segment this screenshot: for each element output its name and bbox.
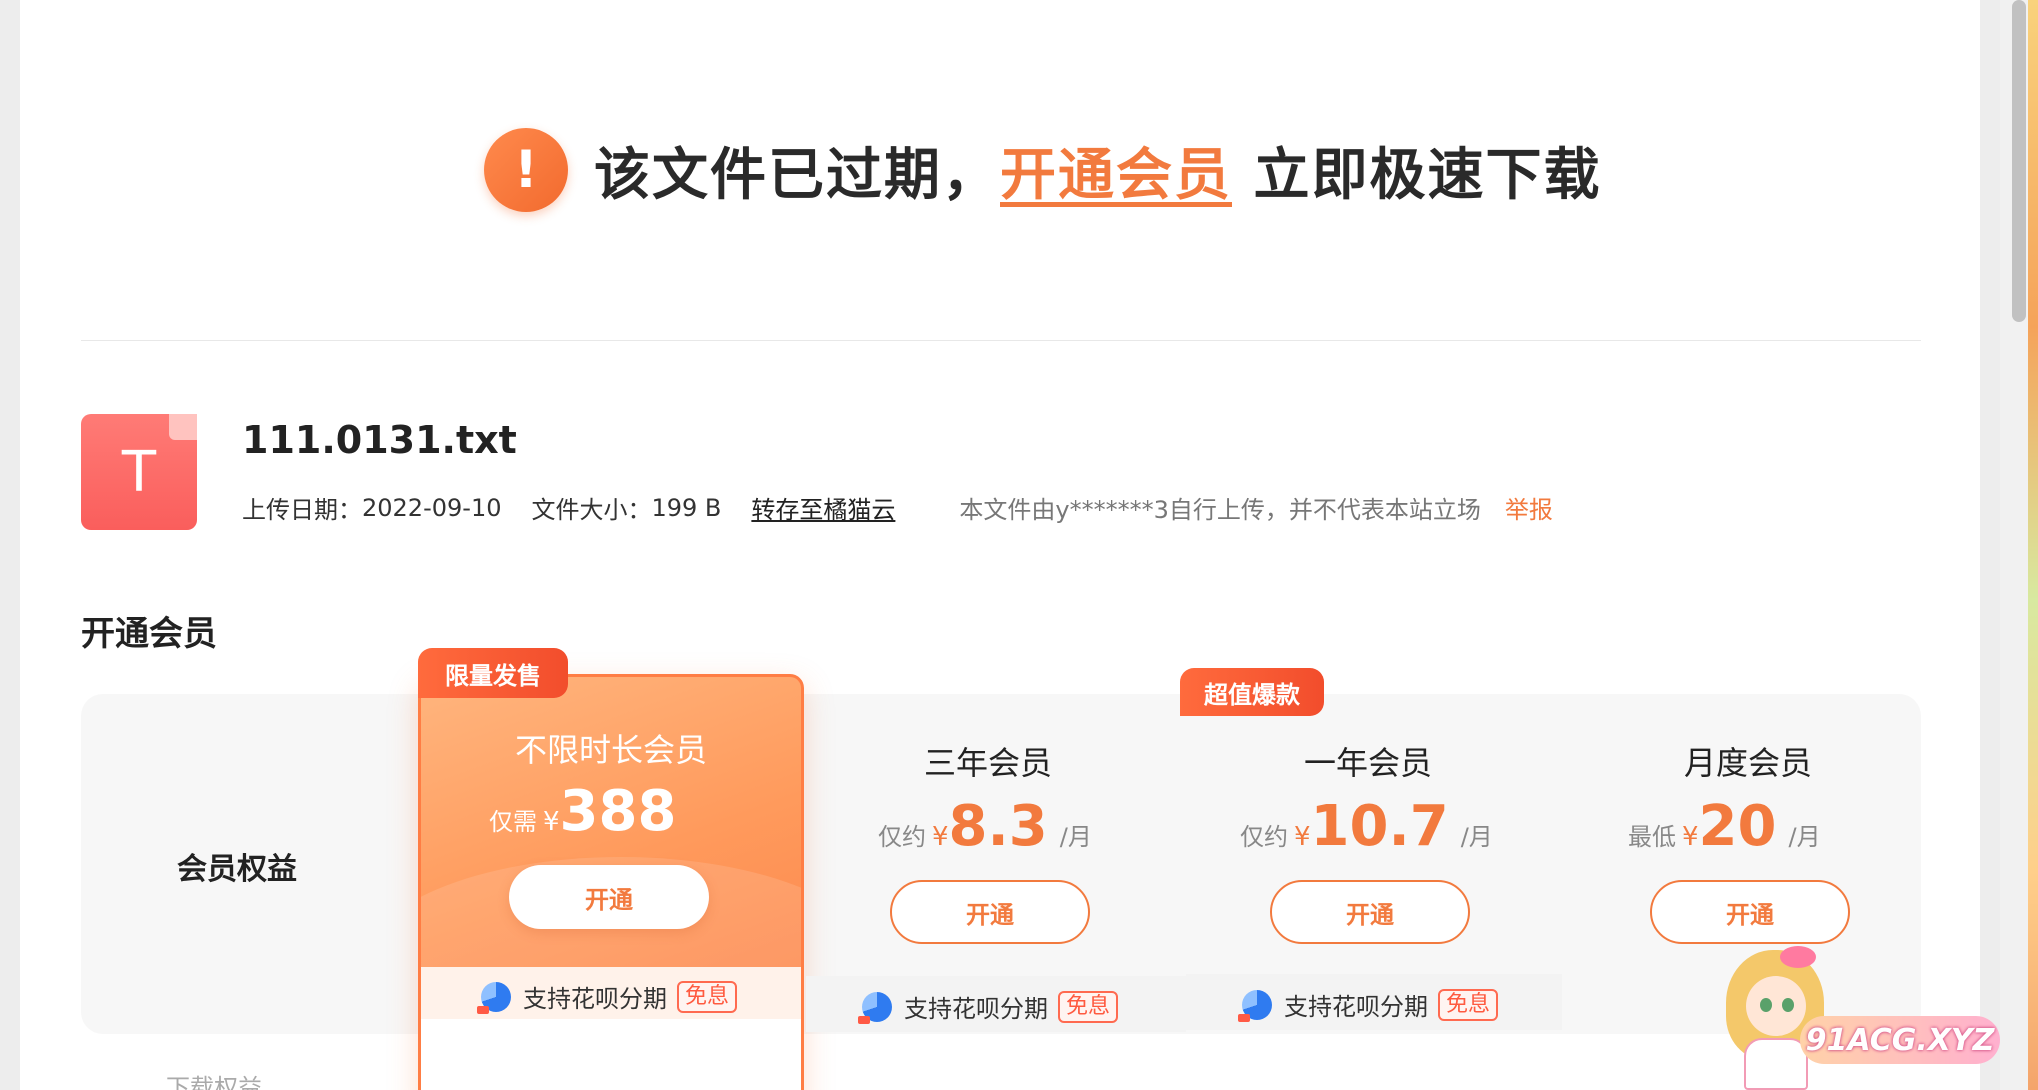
scrollbar-thumb[interactable]: [2012, 0, 2026, 322]
installment-row: 支持花呗分期 免息: [1238, 987, 1499, 1022]
mascot-eye: [1760, 998, 1772, 1012]
interest-free-tag: 免息: [1058, 990, 1119, 1023]
upload-date-label: 上传日期：: [242, 496, 362, 524]
installment-row: 支持花呗分期 免息: [858, 989, 1119, 1024]
file-meta: 上传日期： 2022-09-10 文件大小： 199 B 转存至橘猫云 本文件由…: [242, 490, 1553, 525]
open-three-year-button[interactable]: 开通: [890, 880, 1090, 944]
membership-section-title: 开通会员: [81, 614, 217, 654]
plan-price-monthly: 最低 ¥ 20 /月: [1628, 794, 1821, 859]
price-value: 388: [559, 779, 677, 844]
huabei-icon: [477, 981, 511, 1014]
limited-sale-badge: 限量发售: [418, 648, 568, 698]
upload-disclaimer: 本文件由y*******3自行上传，并不代表本站立场: [959, 496, 1481, 524]
divider: [81, 340, 1921, 341]
price-value: 10.7: [1310, 794, 1449, 859]
plan-price-one-year: 仅约 ¥ 10.7 /月: [1240, 794, 1493, 859]
file-size: 199 B: [651, 493, 722, 522]
huabei-icon: [1238, 989, 1272, 1022]
open-monthly-button[interactable]: 开通: [1650, 880, 1850, 944]
price-prefix: 仅需: [489, 808, 537, 836]
plan-name: 不限时长会员: [514, 731, 707, 769]
installment-text: 支持花呗分期: [523, 985, 667, 1013]
fast-download-text: 立即极速下载: [1232, 142, 1602, 208]
plan-name-three-year: 三年会员: [923, 744, 1052, 782]
currency-symbol: ¥: [1682, 822, 1699, 852]
expired-text: 该文件已过期，: [594, 142, 1000, 208]
file-size-label: 文件大小：: [531, 496, 652, 524]
file-corner-fold: [169, 414, 197, 440]
installment-text: 支持花呗分期: [1284, 993, 1428, 1021]
price-prefix: 仅约: [1240, 823, 1288, 851]
currency-symbol: ¥: [543, 807, 560, 837]
installment-row: 支持花呗分期 免息: [477, 979, 738, 1014]
benefit-label: 会员权益: [177, 852, 297, 887]
open-unlimited-button[interactable]: 开通: [509, 865, 709, 929]
huabei-icon: [858, 991, 892, 1024]
mascot-ribbon: [1780, 946, 1816, 968]
site-watermark: 91ACG.XYZ: [1800, 1016, 2000, 1064]
hot-deal-badge: 超值爆款: [1180, 668, 1324, 716]
plan-price: 仅需 ¥ 388: [489, 779, 676, 844]
side-decoration-strip: [2028, 0, 2038, 1090]
price-prefix: 最低: [1628, 823, 1676, 851]
expired-alert: ! 该文件已过期，开通会员 立即极速下载: [484, 128, 1602, 212]
price-value: 20: [1698, 794, 1777, 859]
price-prefix: 仅约: [878, 823, 926, 851]
download-benefit-label: 下载权益: [166, 1074, 262, 1090]
plan-name-one-year: 一年会员: [1303, 744, 1432, 782]
interest-free-tag: 免息: [1438, 988, 1499, 1021]
price-unit: /月: [1788, 823, 1821, 851]
currency-symbol: ¥: [1294, 822, 1311, 852]
save-to-cloud-link[interactable]: 转存至橘猫云: [751, 490, 895, 525]
price-unit: /月: [1460, 823, 1493, 851]
page-container: ! 该文件已过期，开通会员 立即极速下载 T 111.0131.txt 上传日期…: [20, 0, 2000, 1090]
plan-name-monthly: 月度会员: [1683, 744, 1812, 782]
plan-price-three-year: 仅约 ¥ 8.3 /月: [878, 794, 1092, 859]
mascot-body: [1744, 1038, 1808, 1090]
plan-card-unlimited[interactable]: 不限时长会员 仅需 ¥ 388 开通 支持花呗分期 免息: [418, 674, 804, 1090]
interest-free-tag: 免息: [677, 980, 738, 1013]
open-membership-link[interactable]: 开通会员: [1000, 143, 1232, 208]
exclamation-icon: !: [484, 128, 568, 212]
price-value: 8.3: [948, 794, 1048, 859]
price-unit: /月: [1059, 823, 1092, 851]
mascot-eye: [1782, 998, 1794, 1012]
file-name: 111.0131.txt: [242, 418, 517, 462]
open-one-year-button[interactable]: 开通: [1270, 880, 1470, 944]
report-link[interactable]: 举报: [1505, 490, 1553, 525]
upload-date: 2022-09-10: [362, 493, 502, 522]
currency-symbol: ¥: [932, 822, 949, 852]
expired-message: 该文件已过期，开通会员 立即极速下载: [594, 130, 1602, 211]
mascot-face: [1746, 976, 1806, 1036]
installment-text: 支持花呗分期: [904, 995, 1048, 1023]
